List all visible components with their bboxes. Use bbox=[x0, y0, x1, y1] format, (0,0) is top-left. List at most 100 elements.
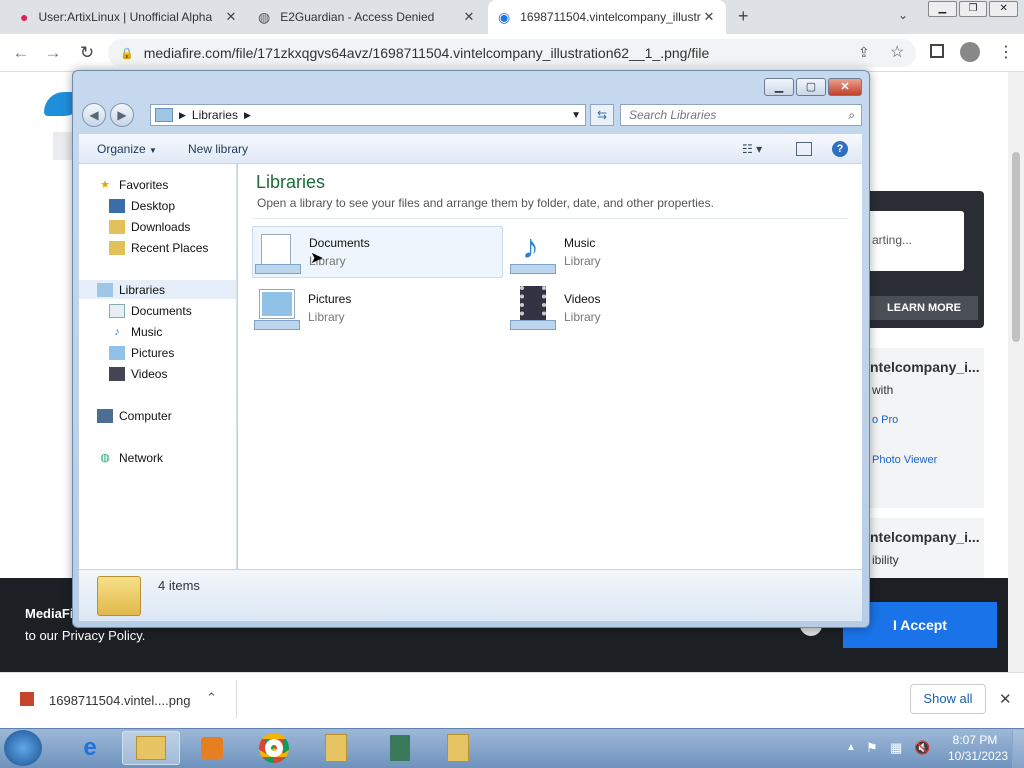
nav-recent-places[interactable]: Recent Places bbox=[109, 238, 208, 257]
library-name: Music bbox=[564, 236, 596, 250]
tab-search-icon[interactable]: ⌄ bbox=[898, 8, 908, 22]
nav-downloads[interactable]: Downloads bbox=[109, 217, 190, 236]
reload-icon[interactable]: ↻ bbox=[74, 40, 100, 66]
scrollbar[interactable] bbox=[1008, 72, 1024, 672]
organize-button[interactable]: Organize ▼ bbox=[97, 142, 157, 156]
nav-desktop[interactable]: Desktop bbox=[109, 196, 175, 215]
downloads-folder-icon bbox=[109, 219, 125, 234]
volume-icon[interactable]: 🔇 bbox=[914, 740, 930, 756]
nav-videos[interactable]: Videos bbox=[109, 364, 167, 383]
folder-icon bbox=[136, 736, 166, 760]
close-shelf-icon[interactable]: ✕ bbox=[999, 690, 1012, 708]
forward-icon[interactable]: → bbox=[40, 40, 66, 66]
restore-icon[interactable]: ❐ bbox=[958, 1, 988, 17]
music-icon: ♪ bbox=[114, 325, 120, 338]
library-type: Library bbox=[564, 310, 601, 324]
preview-pane-icon[interactable] bbox=[796, 142, 812, 156]
library-videos[interactable]: Videos Library bbox=[508, 282, 758, 334]
close-icon[interactable]: ✕ bbox=[828, 78, 862, 96]
open-with-text: with bbox=[872, 383, 894, 397]
refresh-icon[interactable]: ⇆ bbox=[590, 104, 614, 126]
explorer-taskbar-button[interactable] bbox=[122, 731, 180, 765]
profile-avatar[interactable] bbox=[960, 42, 980, 62]
start-button[interactable] bbox=[4, 730, 42, 766]
libraries-folder-icon bbox=[155, 108, 173, 122]
chevron-right-icon[interactable]: ▶ bbox=[244, 110, 251, 121]
new-tab-icon[interactable]: + bbox=[738, 6, 749, 27]
explorer-forward-icon[interactable]: ▶ bbox=[110, 103, 134, 127]
search-input[interactable]: Search Libraries ⌕ bbox=[620, 104, 862, 126]
nav-computer[interactable]: Computer bbox=[97, 406, 172, 425]
green-app-icon[interactable] bbox=[378, 731, 422, 765]
globe-icon: ◍ bbox=[258, 8, 271, 25]
page-title: Libraries bbox=[256, 172, 326, 192]
computer-icon bbox=[97, 408, 113, 423]
show-desktop-button[interactable] bbox=[1012, 730, 1024, 768]
nav-libraries[interactable]: Libraries bbox=[79, 280, 236, 299]
file-title: ntelcompany_i... bbox=[870, 359, 980, 375]
download-filename[interactable]: 1698711504.vintel....png bbox=[49, 693, 190, 708]
mouse-cursor-icon: ➤ bbox=[310, 250, 324, 267]
clock[interactable]: 8:07 PM 10/31/2023 bbox=[948, 733, 1008, 763]
bookmark-star-icon[interactable]: ☆ bbox=[890, 42, 904, 62]
network-tray-icon[interactable]: ▦ bbox=[890, 740, 902, 756]
recent-places-icon bbox=[109, 240, 125, 255]
nav-pictures[interactable]: Pictures bbox=[109, 343, 174, 362]
minimize-icon[interactable]: ▁ bbox=[764, 78, 794, 96]
scrollbar-thumb[interactable] bbox=[1012, 152, 1020, 342]
learn-more-button[interactable]: LEARN MORE bbox=[870, 296, 978, 320]
share-icon[interactable]: ⇪ bbox=[858, 44, 870, 61]
close-window-icon[interactable]: ✕ bbox=[989, 1, 1019, 17]
tab-artix[interactable]: ● User:ArtixLinux | Unofficial Alpha ✕ bbox=[10, 0, 248, 34]
new-library-button[interactable]: New library bbox=[188, 142, 248, 156]
maximize-icon[interactable]: ▢ bbox=[796, 78, 826, 96]
breadcrumb[interactable]: ▶ Libraries ▶ ▼ bbox=[150, 104, 586, 126]
music-library-icon: ♪ bbox=[508, 228, 560, 276]
breadcrumb-libraries[interactable]: Libraries bbox=[192, 108, 238, 122]
nav-documents[interactable]: Documents bbox=[109, 301, 192, 320]
back-icon[interactable]: ← bbox=[8, 40, 34, 66]
view-options-icon[interactable]: ☷ ▾ bbox=[742, 142, 762, 156]
privacy-policy-link[interactable]: to our Privacy Policy. bbox=[25, 628, 145, 643]
pictures-icon bbox=[109, 345, 125, 360]
tab-mediafire[interactable]: ◉ 1698711504.vintelcompany_illustr ✕ bbox=[488, 0, 726, 34]
help-icon[interactable]: ? bbox=[832, 141, 848, 157]
nav-music[interactable]: ♪ Music bbox=[109, 322, 162, 341]
internet-explorer-icon[interactable]: e bbox=[68, 731, 112, 765]
minimize-icon[interactable]: ▁ bbox=[928, 1, 957, 17]
library-type: Library bbox=[564, 254, 601, 268]
details-pane: 4 items bbox=[79, 569, 862, 621]
library-pictures[interactable]: Pictures Library bbox=[252, 282, 502, 334]
chrome-icon[interactable] bbox=[252, 731, 296, 765]
videos-icon bbox=[109, 366, 125, 381]
menu-icon[interactable]: ⋮ bbox=[998, 42, 1014, 62]
nav-favorites[interactable]: ★ Favorites bbox=[97, 175, 168, 194]
close-tab-icon[interactable]: ✕ bbox=[462, 9, 476, 25]
app-link[interactable]: Photo Viewer bbox=[872, 454, 937, 466]
close-tab-icon[interactable]: ✕ bbox=[224, 9, 238, 25]
status-text: arting... bbox=[872, 233, 913, 247]
folder-icon[interactable] bbox=[436, 731, 480, 765]
search-icon[interactable]: ⌕ bbox=[848, 108, 861, 123]
mediafire-icon: ◉ bbox=[498, 8, 511, 25]
app-link[interactable]: o Pro bbox=[872, 414, 898, 426]
explorer-back-icon[interactable]: ◀ bbox=[82, 103, 106, 127]
chevron-down-icon[interactable]: ▼ bbox=[571, 110, 585, 121]
chevron-right-icon: ▶ bbox=[179, 109, 186, 120]
folder-icon[interactable] bbox=[314, 731, 358, 765]
library-music[interactable]: ♪ Music Library bbox=[508, 226, 758, 278]
close-tab-icon[interactable]: ✕ bbox=[702, 9, 716, 25]
tray-overflow-icon[interactable]: ▲ bbox=[846, 742, 856, 753]
library-type: Library bbox=[308, 310, 345, 324]
address-bar[interactable]: 🔒 mediafire.com/file/171zkxqgvs64avz/169… bbox=[108, 39, 916, 67]
chevron-up-icon[interactable]: ⌃ bbox=[206, 690, 217, 706]
show-all-button[interactable]: Show all bbox=[910, 684, 986, 714]
action-center-icon[interactable]: ⚑ bbox=[866, 740, 878, 756]
library-documents[interactable]: Documents Library bbox=[252, 226, 503, 278]
pictures-library-icon bbox=[252, 284, 304, 332]
tab-title: E2Guardian - Access Denied bbox=[280, 10, 435, 24]
tab-e2guardian[interactable]: ◍ E2Guardian - Access Denied ✕ bbox=[248, 0, 486, 34]
media-player-icon[interactable] bbox=[190, 731, 234, 765]
nav-network[interactable]: ◍ Network bbox=[97, 448, 163, 467]
side-panel-icon[interactable] bbox=[930, 44, 944, 58]
